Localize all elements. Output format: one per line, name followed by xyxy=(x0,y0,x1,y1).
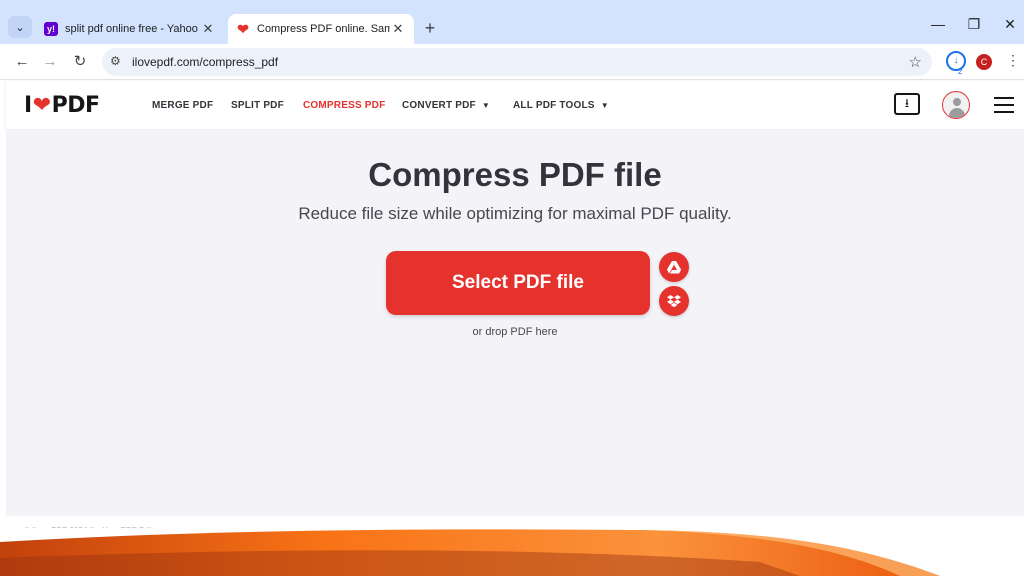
browser-toolbar: ← → ↻ ⚙ ilovepdf.com/compress_pdf ☆ xyxy=(0,44,1024,80)
new-tab-button[interactable]: + xyxy=(420,18,440,38)
nav-label: ALL PDF TOOLS xyxy=(513,100,595,111)
avatar-body xyxy=(949,108,965,118)
tab-close-icon[interactable]: ✕ xyxy=(200,21,216,37)
site-header: I ❤ PDF MERGE PDF SPLIT PDF COMPRESS PDF… xyxy=(6,81,1024,129)
nav-merge-pdf[interactable]: MERGE PDF xyxy=(152,100,213,111)
restore-icon[interactable]: ❐ xyxy=(962,16,986,33)
caret-down-icon: ▼ xyxy=(481,101,490,110)
browser-tab-yahoo[interactable]: y! split pdf online free - Yahoo Se ✕ xyxy=(36,14,224,44)
nav-label: CONVERT PDF xyxy=(402,100,476,111)
nav-split-pdf[interactable]: SPLIT PDF xyxy=(231,100,284,111)
download-extension-icon[interactable]: ↓ 2 xyxy=(946,51,966,76)
page-title: Compress PDF file xyxy=(368,156,662,193)
back-arrow-icon[interactable]: ← xyxy=(12,52,32,72)
address-bar[interactable]: ⚙ ilovepdf.com/compress_pdf ☆ xyxy=(102,48,932,76)
dropbox-icon[interactable] xyxy=(659,286,689,316)
minimize-icon[interactable]: — xyxy=(926,16,950,32)
tab-search-chevron-icon[interactable]: ⌄ xyxy=(8,16,32,38)
ilovepdf-favicon-icon: ❤ xyxy=(237,20,249,37)
hamburger-line xyxy=(994,104,1014,106)
browser-menu-icon[interactable]: ⋮ xyxy=(1006,52,1020,69)
hamburger-menu-icon[interactable] xyxy=(994,97,1014,118)
browser-tab-ilovepdf[interactable]: ❤ Compress PDF online. Same PD ✕ xyxy=(228,14,414,44)
nav-label: MERGE PDF xyxy=(152,100,214,111)
reload-icon[interactable]: ↻ xyxy=(70,52,90,72)
nav-label: COMPRESS PDF xyxy=(303,100,386,111)
bookmark-star-icon[interactable]: ☆ xyxy=(909,53,922,71)
avatar-head xyxy=(953,98,961,106)
nav-all-pdf-tools[interactable]: ALL PDF TOOLS ▼ xyxy=(513,100,609,111)
forward-arrow-icon[interactable]: → xyxy=(40,52,60,72)
caret-down-icon: ▼ xyxy=(600,101,609,110)
profile-avatar[interactable]: C xyxy=(976,54,992,70)
page-subtitle: Reduce file size while optimizing for ma… xyxy=(298,204,732,223)
nav-convert-pdf[interactable]: CONVERT PDF ▼ xyxy=(402,100,490,111)
heart-icon: ❤ xyxy=(32,93,51,118)
google-drive-icon[interactable] xyxy=(659,252,689,282)
desktop-wallpaper xyxy=(0,528,1024,576)
tab-close-icon[interactable]: ✕ xyxy=(390,21,406,37)
nav-label: SPLIT PDF xyxy=(231,100,284,111)
wallpaper-swoosh xyxy=(0,528,1024,576)
tab-title: Compress PDF online. Same PD xyxy=(257,23,390,35)
desktop-download-icon[interactable]: ⭳ xyxy=(894,93,920,115)
user-avatar-icon[interactable] xyxy=(942,91,970,119)
main-content: Compress PDF file Reduce file size while… xyxy=(6,130,1024,516)
drop-hint-text: or drop PDF here xyxy=(472,326,558,338)
hamburger-line xyxy=(994,111,1014,113)
browser-tab-strip: ⌄ y! split pdf online free - Yahoo Se ✕ … xyxy=(0,0,1024,44)
google-drive-glyph xyxy=(667,260,681,273)
site-info-icon[interactable]: ⚙ xyxy=(110,54,121,68)
nav-compress-pdf[interactable]: COMPRESS PDF xyxy=(303,100,385,111)
yahoo-favicon-icon: y! xyxy=(44,22,58,36)
window-close-icon[interactable]: ✕ xyxy=(998,16,1022,33)
ilovepdf-logo[interactable]: I ❤ PDF xyxy=(24,93,100,118)
select-pdf-button[interactable]: Select PDF file xyxy=(386,251,650,315)
logo-text-i: I xyxy=(24,93,32,118)
dropbox-glyph xyxy=(667,294,681,307)
url-text[interactable]: ilovepdf.com/compress_pdf xyxy=(132,55,278,69)
logo-text-pdf: PDF xyxy=(51,93,100,118)
download-count-badge: 2 xyxy=(958,67,963,76)
tab-title: split pdf online free - Yahoo Se xyxy=(65,23,200,35)
hamburger-line xyxy=(994,97,1014,99)
